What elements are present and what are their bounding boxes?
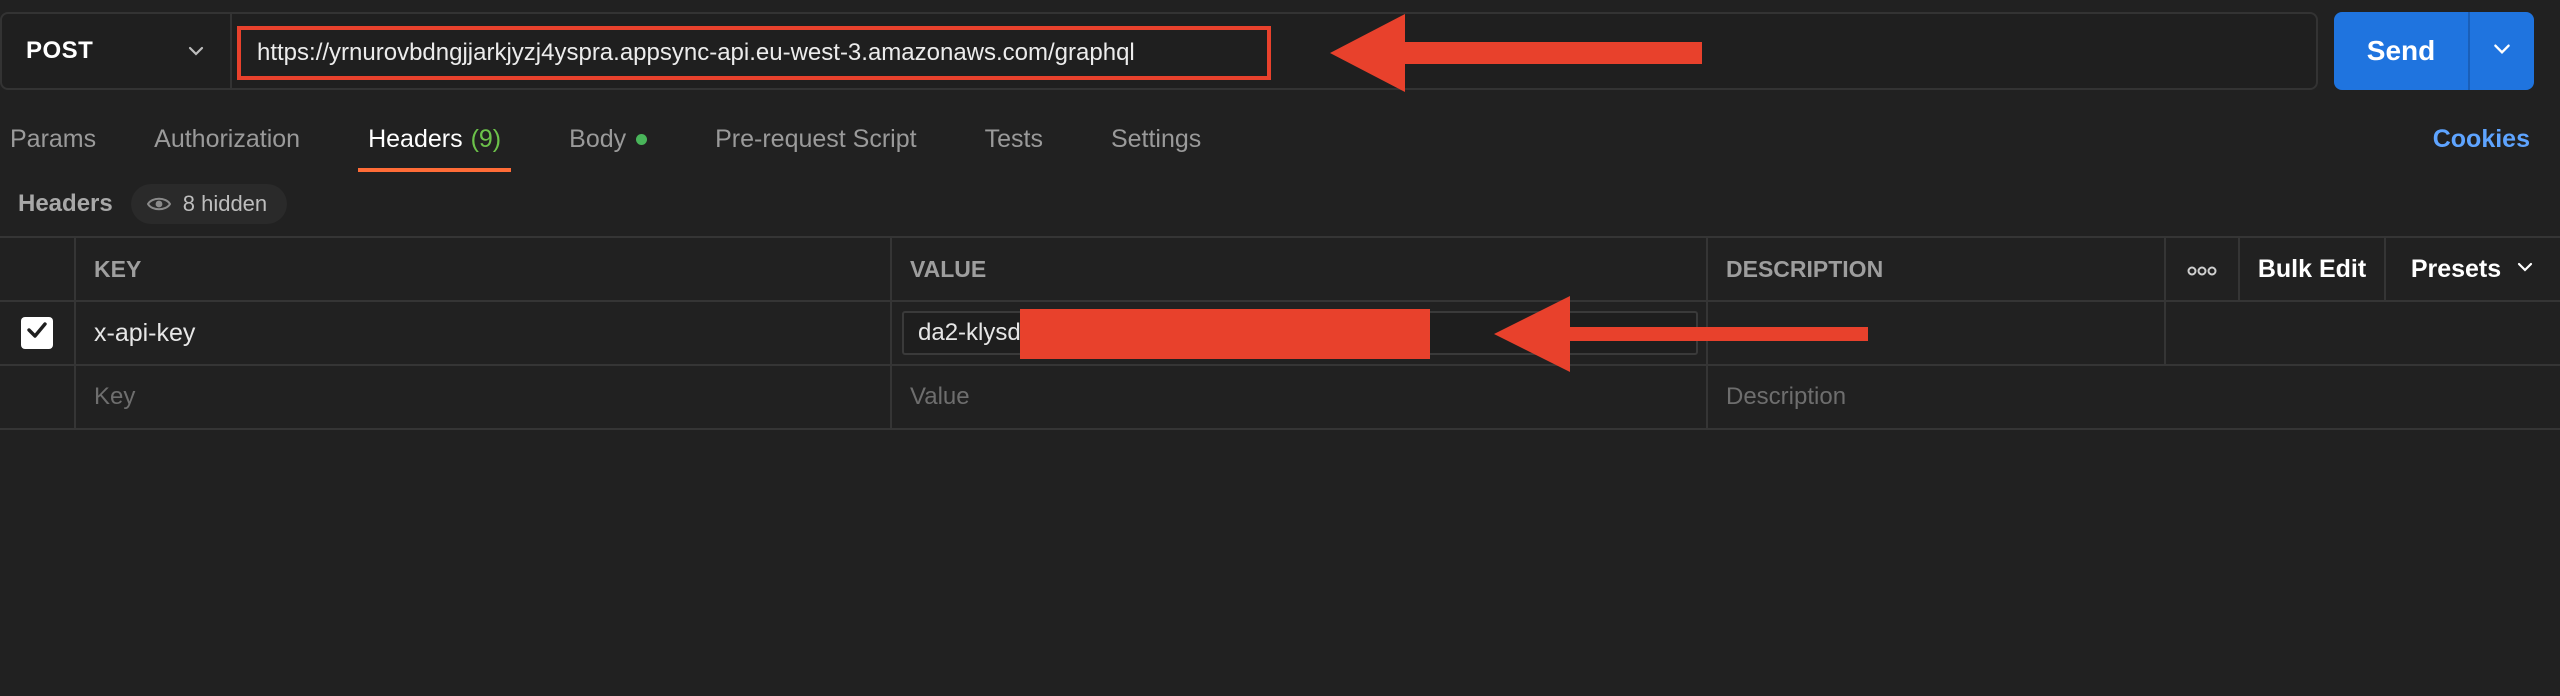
new-value-input[interactable]: Value — [892, 366, 1708, 428]
column-header-value: VALUE — [892, 238, 1708, 300]
check-icon — [25, 318, 49, 349]
table-header-row: KEY VALUE DESCRIPTION Bulk Edit Presets — [0, 238, 2560, 302]
table-row-new: Key Value Description — [0, 366, 2560, 430]
presets-label: Presets — [2410, 254, 2502, 283]
tab-label: Tests — [984, 124, 1043, 153]
tab-params[interactable]: Params — [0, 106, 106, 172]
row-enable-checkbox-cell — [0, 302, 76, 364]
tab-pre-request-script[interactable]: Pre-request Script — [705, 106, 926, 172]
presets-dropdown[interactable]: Presets — [2386, 238, 2560, 300]
row-enable-checkbox[interactable] — [21, 317, 53, 349]
empty-cell — [2166, 366, 2240, 428]
presets-inner: Presets — [2411, 255, 2535, 284]
tab-settings[interactable]: Settings — [1101, 106, 1211, 172]
empty-cell — [2240, 302, 2386, 364]
tab-authorization[interactable]: Authorization — [144, 106, 310, 172]
cookies-link[interactable]: Cookies — [2433, 106, 2530, 172]
chevron-down-icon — [186, 41, 206, 61]
tab-label: Body — [569, 124, 627, 153]
tab-count-badge: (9) — [470, 124, 502, 153]
headers-section-title: Headers — [18, 190, 113, 217]
empty-cell — [2386, 366, 2560, 428]
column-header-description: DESCRIPTION — [1708, 238, 2166, 300]
empty-cell — [2240, 366, 2386, 428]
url-input[interactable]: https://yrnurovbdngjjarkjyzj4yspra.appsy… — [237, 26, 1271, 80]
send-options-button[interactable] — [2470, 12, 2534, 90]
header-check-cell — [0, 238, 76, 300]
modified-dot-indicator — [636, 133, 648, 145]
bulk-edit-button[interactable]: Bulk Edit — [2240, 238, 2386, 300]
hidden-headers-label: 8 hidden — [182, 191, 268, 216]
url-bar: POST https://yrnurovbdngjjarkjyzj4yspra.… — [0, 12, 2318, 90]
header-description-field[interactable] — [1708, 302, 2166, 364]
chevron-down-icon — [2515, 255, 2535, 284]
tab-label: Params — [10, 124, 97, 153]
chevron-down-icon — [2491, 38, 2513, 65]
eye-icon — [146, 195, 171, 213]
empty-cell — [2386, 302, 2560, 364]
new-description-input[interactable]: Description — [1708, 366, 2166, 428]
tab-label: Pre-request Script — [715, 124, 917, 153]
send-button[interactable]: Send — [2334, 12, 2470, 90]
redaction-block — [1020, 309, 1430, 359]
method-select[interactable]: POST — [2, 14, 232, 88]
method-label: POST — [26, 37, 94, 64]
tab-tests[interactable]: Tests — [975, 106, 1053, 172]
request-tabs: Params Authorization Headers (9) Body Pr… — [0, 106, 1259, 172]
header-key-text: x-api-key — [94, 318, 196, 347]
description-placeholder: Description — [1726, 383, 1847, 410]
value-placeholder: Value — [910, 383, 970, 410]
new-row-check-cell — [0, 366, 76, 428]
tab-label: Settings — [1110, 124, 1202, 153]
more-horizontal-icon — [2187, 256, 2217, 283]
headers-subbar: Headers 8 hidden — [0, 182, 288, 226]
tab-label: Headers — [368, 124, 463, 153]
tab-headers[interactable]: Headers (9) — [358, 106, 512, 172]
key-placeholder: Key — [94, 383, 136, 410]
tab-body[interactable]: Body — [559, 106, 657, 172]
send-button-group: Send — [2334, 12, 2534, 90]
empty-cell — [2166, 302, 2240, 364]
column-header-key: KEY — [76, 238, 892, 300]
hidden-headers-toggle[interactable]: 8 hidden — [130, 184, 288, 224]
header-key-field[interactable]: x-api-key — [76, 302, 892, 364]
request-editor: POST https://yrnurovbdngjjarkjyzj4yspra.… — [0, 0, 2560, 696]
more-options-button[interactable] — [2166, 238, 2240, 300]
tab-label: Authorization — [154, 124, 301, 153]
new-key-input[interactable]: Key — [76, 366, 892, 428]
